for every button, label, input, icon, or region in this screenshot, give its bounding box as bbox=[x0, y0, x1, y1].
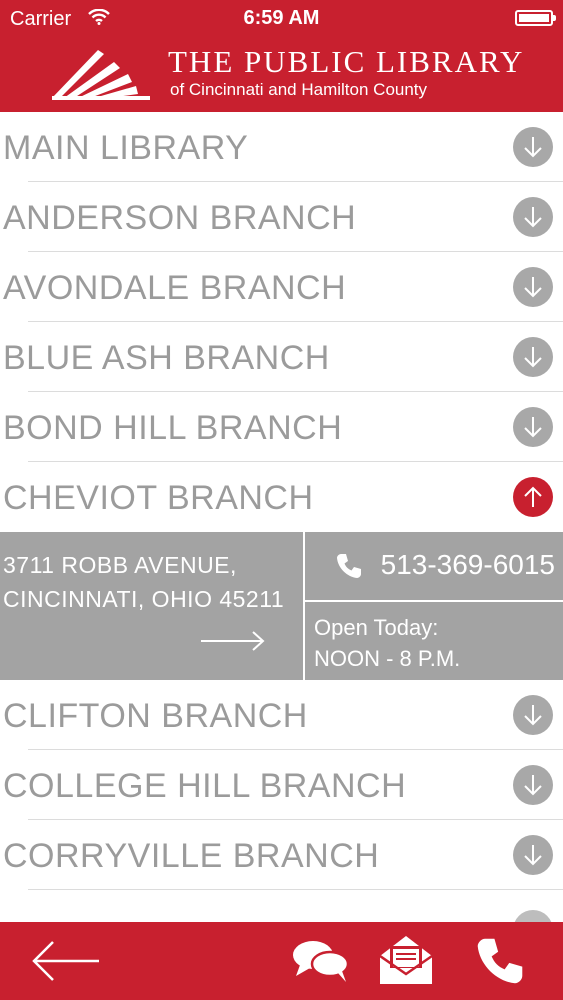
branch-row-college-hill[interactable]: COLLEGE HILL BRANCH bbox=[0, 750, 563, 820]
expand-down-icon[interactable] bbox=[513, 337, 553, 377]
branch-name: AVONDALE BRANCH bbox=[3, 269, 347, 307]
branch-name: CLIFTON BRANCH bbox=[3, 697, 308, 735]
app-header: THE PUBLIC LIBRARY of Cincinnati and Ham… bbox=[0, 40, 563, 112]
expand-down-icon[interactable] bbox=[513, 695, 553, 735]
expand-down-icon[interactable] bbox=[513, 267, 553, 307]
phone-link[interactable]: 513-369-6015 bbox=[305, 532, 563, 600]
hours-value: NOON - 8 P.M. bbox=[314, 646, 461, 671]
branch-list: MAIN LIBRARY ANDERSON BRANCH AVONDALE BR… bbox=[0, 112, 563, 890]
branch-name: MAIN LIBRARY bbox=[3, 129, 249, 167]
branch-name: COLLEGE HILL BRANCH bbox=[3, 767, 407, 805]
expand-down-icon[interactable] bbox=[513, 835, 553, 875]
expand-down-icon[interactable] bbox=[513, 127, 553, 167]
status-bar: Carrier 6:59 AM bbox=[0, 0, 563, 40]
address-line2: CINCINNATI, OHIO 45211 bbox=[3, 586, 285, 612]
expand-down-icon[interactable] bbox=[513, 197, 553, 237]
branch-name: ANDERSON BRANCH bbox=[3, 199, 357, 237]
chat-icon[interactable] bbox=[292, 938, 350, 984]
branch-row-clifton[interactable]: CLIFTON BRANCH bbox=[0, 680, 563, 750]
branch-name: BLUE ASH BRANCH bbox=[3, 339, 330, 377]
phone-number: 513-369-6015 bbox=[380, 549, 555, 580]
mail-icon[interactable] bbox=[378, 934, 434, 986]
branch-row-cheviot[interactable]: CHEVIOT BRANCH bbox=[0, 462, 563, 532]
expand-down-icon[interactable] bbox=[513, 765, 553, 805]
address-link[interactable]: 3711 ROBB AVENUE, CINCINNATI, OHIO 45211 bbox=[0, 532, 303, 680]
branch-detail-panel: 3711 ROBB AVENUE, CINCINNATI, OHIO 45211… bbox=[0, 532, 563, 680]
battery-icon bbox=[515, 10, 556, 26]
library-logo-icon bbox=[52, 48, 152, 105]
address-line1: 3711 ROBB AVENUE, bbox=[3, 552, 237, 578]
directions-arrow-icon bbox=[200, 630, 266, 657]
divider bbox=[305, 600, 563, 602]
divider bbox=[28, 889, 563, 890]
branch-row-corryville[interactable]: CORRYVILLE BRANCH bbox=[0, 820, 563, 890]
phone-icon bbox=[335, 552, 363, 585]
branch-row-blue-ash[interactable]: BLUE ASH BRANCH bbox=[0, 322, 563, 392]
branch-row-anderson[interactable]: ANDERSON BRANCH bbox=[0, 182, 563, 252]
bottom-toolbar bbox=[0, 922, 563, 1000]
branch-name: CHEVIOT BRANCH bbox=[3, 479, 314, 517]
phone-icon[interactable] bbox=[474, 935, 526, 987]
expand-down-icon[interactable] bbox=[513, 407, 553, 447]
clock: 6:59 AM bbox=[243, 7, 320, 29]
library-title: THE PUBLIC LIBRARY bbox=[168, 44, 525, 79]
branch-name: CORRYVILLE BRANCH bbox=[3, 837, 380, 875]
branch-row-main-library[interactable]: MAIN LIBRARY bbox=[0, 112, 563, 182]
library-subtitle: of Cincinnati and Hamilton County bbox=[170, 80, 428, 99]
branch-row-avondale[interactable]: AVONDALE BRANCH bbox=[0, 252, 563, 322]
branch-row-bond-hill[interactable]: BOND HILL BRANCH bbox=[0, 392, 563, 462]
hours-label: Open Today: bbox=[314, 615, 439, 640]
back-arrow-icon[interactable] bbox=[30, 940, 102, 982]
branch-name: BOND HILL BRANCH bbox=[3, 409, 343, 447]
collapse-up-icon[interactable] bbox=[513, 477, 553, 517]
